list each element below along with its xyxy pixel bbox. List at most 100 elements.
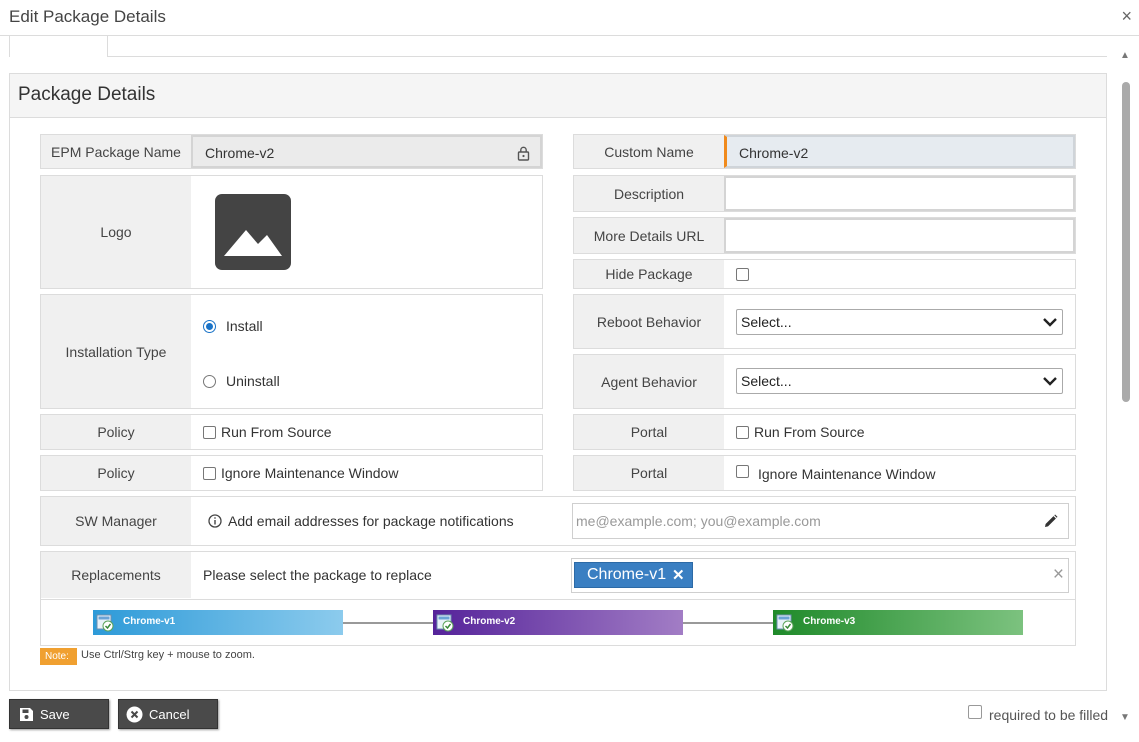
more-details-url-input[interactable] (724, 218, 1075, 253)
policy-field-2: Ignore Maintenance Window (191, 456, 542, 490)
replacements-prompt: Please select the package to replace (203, 567, 432, 583)
policy-row-1: Policy Run From Source (40, 414, 543, 450)
agent-behavior-row: Agent Behavior Select... (573, 354, 1076, 409)
email-input[interactable]: me@example.com; you@example.com (572, 503, 1069, 539)
description-label: Description (574, 176, 724, 211)
clear-selection-icon[interactable]: × (1053, 564, 1064, 586)
more-details-url-label: More Details URL (574, 218, 724, 253)
policy-label-2: Policy (41, 456, 191, 490)
chevron-down-icon (1043, 318, 1057, 327)
selected-package-tag-label: Chrome-v1 (587, 566, 667, 583)
portal-row-1: Portal Run From Source (573, 414, 1076, 450)
chevron-down-icon (1043, 377, 1057, 386)
save-button-label: Save (40, 707, 70, 722)
image-placeholder-icon[interactable] (215, 194, 291, 270)
dialog-titlebar: Edit Package Details × (0, 0, 1139, 36)
custom-name-value[interactable]: Chrome-v2 (739, 145, 808, 161)
scroll-down-arrow-icon[interactable]: ▼ (1118, 712, 1132, 726)
sw-manager-info-text: Add email addresses for package notifica… (228, 513, 514, 529)
scrollbar-thumb[interactable] (1122, 82, 1130, 402)
portal-ignore-maintenance-window-checkbox[interactable] (736, 465, 749, 478)
version-node-chrome-v1[interactable]: Chrome-v1 (93, 610, 343, 635)
replacements-field: Please select the package to replace Chr… (191, 552, 1075, 598)
version-node-label: Chrome-v2 (463, 616, 516, 627)
version-node-label: Chrome-v1 (123, 616, 176, 627)
version-node-chrome-v3[interactable]: Chrome-v3 (773, 610, 1023, 635)
portal-ignore-maintenance-window-label[interactable]: Ignore Maintenance Window (758, 466, 935, 482)
portal-run-from-source-checkbox[interactable] (736, 426, 749, 439)
divider (41, 599, 1075, 600)
install-radio[interactable] (203, 320, 216, 333)
custom-name-row: Custom Name Chrome-v2 (573, 134, 1076, 169)
package-name-field: Chrome-v2 (191, 135, 542, 168)
panel-title: Package Details (18, 84, 156, 105)
close-icon[interactable]: × (1121, 6, 1132, 27)
hide-package-field (724, 260, 1075, 288)
uninstall-radio-label[interactable]: Uninstall (226, 373, 280, 389)
reboot-behavior-label: Reboot Behavior (574, 295, 724, 348)
sw-manager-field: Add email addresses for package notifica… (191, 497, 1075, 545)
portal-field-1: Run From Source (724, 415, 1075, 449)
run-from-source-checkbox[interactable] (203, 426, 216, 439)
required-legend-box (968, 705, 982, 719)
reboot-behavior-row: Reboot Behavior Select... (573, 294, 1076, 349)
replacement-package-select[interactable]: Chrome-v1 ✕ × (571, 558, 1069, 593)
package-icon (776, 614, 794, 632)
version-node-label: Chrome-v3 (803, 616, 856, 627)
scroll-up-arrow-icon[interactable]: ▲ (1118, 50, 1132, 64)
logo-label: Logo (41, 176, 191, 288)
reboot-behavior-select[interactable]: Select... (736, 309, 1063, 335)
run-from-source-label[interactable]: Run From Source (221, 424, 331, 440)
custom-name-input[interactable]: Chrome-v2 (724, 135, 1075, 168)
installation-type-row: Installation Type Install Uninstall (40, 294, 543, 409)
pencil-icon[interactable] (1043, 514, 1058, 529)
info-icon (208, 514, 222, 528)
note-badge: Note: (40, 648, 77, 665)
custom-name-label: Custom Name (574, 135, 724, 168)
email-placeholder: me@example.com; you@example.com (576, 513, 821, 529)
flow-connector (343, 622, 433, 624)
lock-icon (517, 146, 530, 161)
agent-behavior-field: Select... (724, 355, 1075, 408)
package-icon (96, 614, 114, 632)
logo-row: Logo (40, 175, 543, 289)
description-row: Description (573, 175, 1076, 212)
version-node-chrome-v2[interactable]: Chrome-v2 (433, 610, 683, 635)
policy-label-1: Policy (41, 415, 191, 449)
portal-run-from-source-label[interactable]: Run From Source (754, 424, 864, 440)
logo-field[interactable] (191, 176, 542, 288)
agent-behavior-select[interactable]: Select... (736, 368, 1063, 394)
tab-package-details[interactable] (9, 36, 108, 57)
replacements-label: Replacements (41, 552, 191, 598)
policy-row-2: Policy Ignore Maintenance Window (40, 455, 543, 491)
installation-type-label: Installation Type (41, 295, 191, 408)
save-button[interactable]: Save (9, 699, 109, 729)
reboot-behavior-field: Select... (724, 295, 1075, 348)
cancel-button-label: Cancel (149, 707, 190, 722)
note-text: Use Ctrl/Strg key + mouse to zoom. (81, 649, 255, 661)
portal-field-2: Ignore Maintenance Window (724, 456, 1075, 490)
portal-label-1: Portal (574, 415, 724, 449)
ignore-maintenance-window-label[interactable]: Ignore Maintenance Window (221, 465, 398, 481)
hide-package-row: Hide Package (573, 259, 1076, 289)
sw-manager-row: SW Manager Add email addresses for packa… (40, 496, 1076, 546)
tab-strip (9, 36, 1107, 57)
description-input[interactable] (724, 176, 1075, 211)
ignore-maintenance-window-checkbox[interactable] (203, 467, 216, 480)
package-name-value: Chrome-v2 (205, 145, 275, 161)
required-legend-text: required to be filled (989, 707, 1109, 723)
portal-row-2: Portal Ignore Maintenance Window (573, 455, 1076, 491)
flow-connector (683, 622, 773, 624)
cancel-icon (126, 706, 143, 723)
package-icon (436, 614, 454, 632)
cancel-button[interactable]: Cancel (118, 699, 218, 729)
sw-manager-label: SW Manager (41, 497, 191, 545)
hide-package-checkbox[interactable] (736, 268, 749, 281)
install-radio-label[interactable]: Install (226, 318, 263, 334)
agent-behavior-selected: Select... (741, 373, 792, 389)
tag-remove-icon[interactable]: ✕ (672, 566, 685, 584)
uninstall-radio[interactable] (203, 375, 216, 388)
panel-header: Package Details (10, 74, 1106, 118)
portal-label-2: Portal (574, 456, 724, 490)
dialog-title: Edit Package Details (9, 7, 166, 26)
